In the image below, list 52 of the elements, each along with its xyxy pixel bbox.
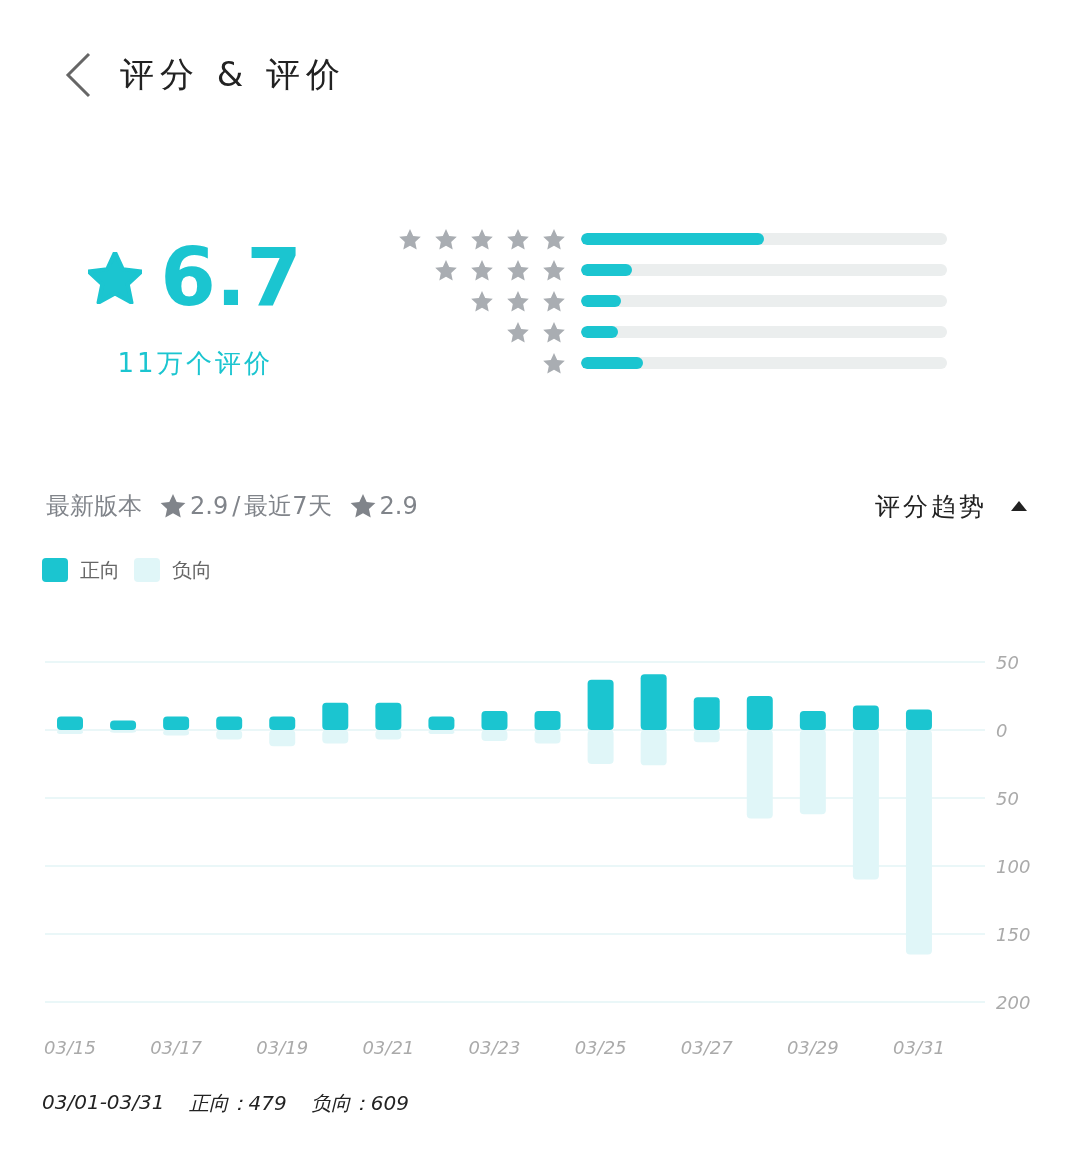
page-title: 评分 & 评价	[120, 53, 347, 96]
star-icon	[543, 321, 565, 343]
positive-total: 正向：479	[188, 1090, 287, 1117]
legend-label: 正向	[80, 556, 120, 584]
x-axis-label: 03/31	[893, 1037, 945, 1058]
recent-score: 2.9	[379, 492, 418, 520]
date-range: 03/01-03/31	[42, 1090, 165, 1116]
star-icon	[88, 252, 143, 304]
score-value: 6.7	[160, 238, 302, 318]
star-icon	[543, 259, 565, 281]
latest-version-label: 最新版本	[46, 491, 142, 522]
x-axis-label: 03/23	[468, 1037, 521, 1058]
star-icon	[507, 259, 529, 281]
y-axis-label: 100	[996, 856, 1031, 877]
star-icon	[435, 228, 457, 250]
x-axis-label: 03/25	[574, 1037, 627, 1058]
x-axis-label: 03/27	[680, 1037, 733, 1058]
y-axis-label: 200	[996, 992, 1031, 1013]
y-axis-label: 0	[996, 720, 1008, 741]
x-axis-label: 03/17	[150, 1037, 203, 1058]
y-axis-label: 50	[996, 652, 1019, 673]
star-icon	[507, 228, 529, 250]
recent-label: 最近7天	[244, 491, 332, 522]
x-axis-label: 03/15	[44, 1037, 96, 1058]
y-axis-label: 50	[996, 788, 1019, 809]
star-icon	[543, 352, 565, 374]
latest-score: 2.9	[190, 492, 229, 520]
x-axis-label: 03/19	[256, 1037, 309, 1058]
star-icon	[399, 228, 421, 250]
star-icon	[507, 321, 529, 343]
star-icon	[349, 494, 376, 518]
caret-icon	[1011, 501, 1027, 511]
x-axis-label: 03/29	[786, 1037, 839, 1058]
back-icon[interactable]	[64, 52, 92, 98]
y-axis-label: 150	[996, 924, 1031, 945]
bar	[534, 710, 561, 730]
negative-total: 负向：609	[310, 1090, 409, 1117]
separator: /	[232, 492, 241, 520]
star-icon	[471, 290, 493, 312]
review-count: 11万个评价	[117, 347, 273, 380]
star-icon	[507, 290, 529, 312]
star-icon	[543, 290, 565, 312]
trend-toggle[interactable]: 评分趋势	[875, 489, 1027, 523]
bar	[269, 716, 296, 730]
star-icon	[471, 228, 493, 250]
x-axis-label: 03/21	[362, 1037, 415, 1058]
star-icon	[471, 259, 493, 281]
bar	[216, 716, 243, 730]
legend-label: 负向	[172, 556, 212, 584]
star-icon	[160, 494, 186, 518]
star-icon	[543, 228, 565, 250]
star-icon	[435, 259, 457, 281]
